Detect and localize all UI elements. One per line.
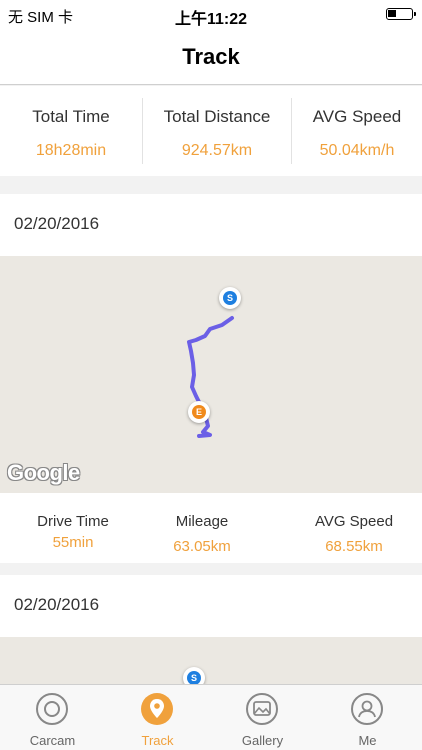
track-screen: 无 SIM 卡 上午11:22 Track Total Time 18h28mi… (0, 0, 422, 750)
trip-card-header[interactable]: 02/20/2016 (0, 194, 422, 256)
trip-map[interactable]: S E Google (0, 256, 422, 493)
status-time: 上午11:22 (174, 11, 248, 28)
drive-time-value: 55min (52, 534, 94, 551)
trip-date: 02/20/2016 (14, 214, 100, 233)
end-marker-label: E (192, 405, 206, 419)
tab-gallery[interactable]: Gallery (210, 685, 315, 750)
page-title: Track (182, 44, 240, 69)
summary-stats: Total Time 18h28min Total Distance 924.5… (0, 86, 422, 176)
start-marker-label: S (223, 291, 237, 305)
drive-time-label: Drive Time (37, 513, 109, 530)
avg-speed-label: AVG Speed (312, 107, 402, 126)
trip-avg-speed-label: AVG Speed (314, 513, 394, 530)
route-line (187, 316, 234, 438)
start-marker-label: S (187, 671, 201, 685)
tab-label: Gallery (241, 733, 284, 748)
total-distance-value: 924.57km (181, 142, 253, 159)
total-distance-label: Total Distance (163, 107, 271, 126)
trip-avg-speed-stat: AVG Speed 68.55km (302, 493, 406, 563)
map-pin-icon (141, 693, 173, 725)
trip-stats: Drive Time 55min Mileage 63.05km AVG Spe… (0, 493, 422, 563)
trip-date: 02/20/2016 (14, 595, 100, 614)
gallery-icon (246, 693, 278, 725)
tab-track[interactable]: Track (105, 685, 210, 750)
nav-bar: Track (0, 30, 422, 85)
start-marker-icon[interactable]: S (219, 287, 241, 309)
total-time-value: 18h28min (35, 142, 107, 159)
avg-speed-value: 50.04km/h (319, 142, 395, 159)
trip-avg-speed-value: 68.55km (325, 538, 383, 555)
end-marker-icon[interactable]: E (188, 401, 210, 423)
tab-bar: Carcam Track Gallery Me (0, 684, 422, 750)
battery-level (388, 10, 396, 17)
tab-label: Track (141, 733, 174, 748)
trip-map[interactable]: S (0, 637, 422, 687)
status-bar: 无 SIM 卡 上午11:22 (0, 0, 422, 30)
tab-label: Carcam (29, 733, 76, 748)
total-distance-stat: Total Distance 924.57km (143, 86, 291, 176)
user-icon (351, 693, 383, 725)
mileage-stat: Mileage 63.05km (150, 493, 254, 563)
tab-label: Me (358, 733, 377, 748)
drive-time-stat: Drive Time 55min (20, 493, 126, 563)
mileage-value: 63.05km (173, 538, 231, 555)
tab-carcam[interactable]: Carcam (0, 685, 105, 750)
google-logo: Google (7, 460, 80, 485)
trip-card-header[interactable]: 02/20/2016 (0, 575, 422, 637)
total-time-label: Total Time (32, 107, 110, 126)
battery-icon (386, 8, 416, 20)
mileage-label: Mileage (175, 513, 229, 530)
camera-lens-icon (36, 693, 68, 725)
avg-speed-stat: AVG Speed 50.04km/h (292, 86, 422, 176)
tab-me[interactable]: Me (315, 685, 420, 750)
total-time-stat: Total Time 18h28min (0, 86, 142, 176)
